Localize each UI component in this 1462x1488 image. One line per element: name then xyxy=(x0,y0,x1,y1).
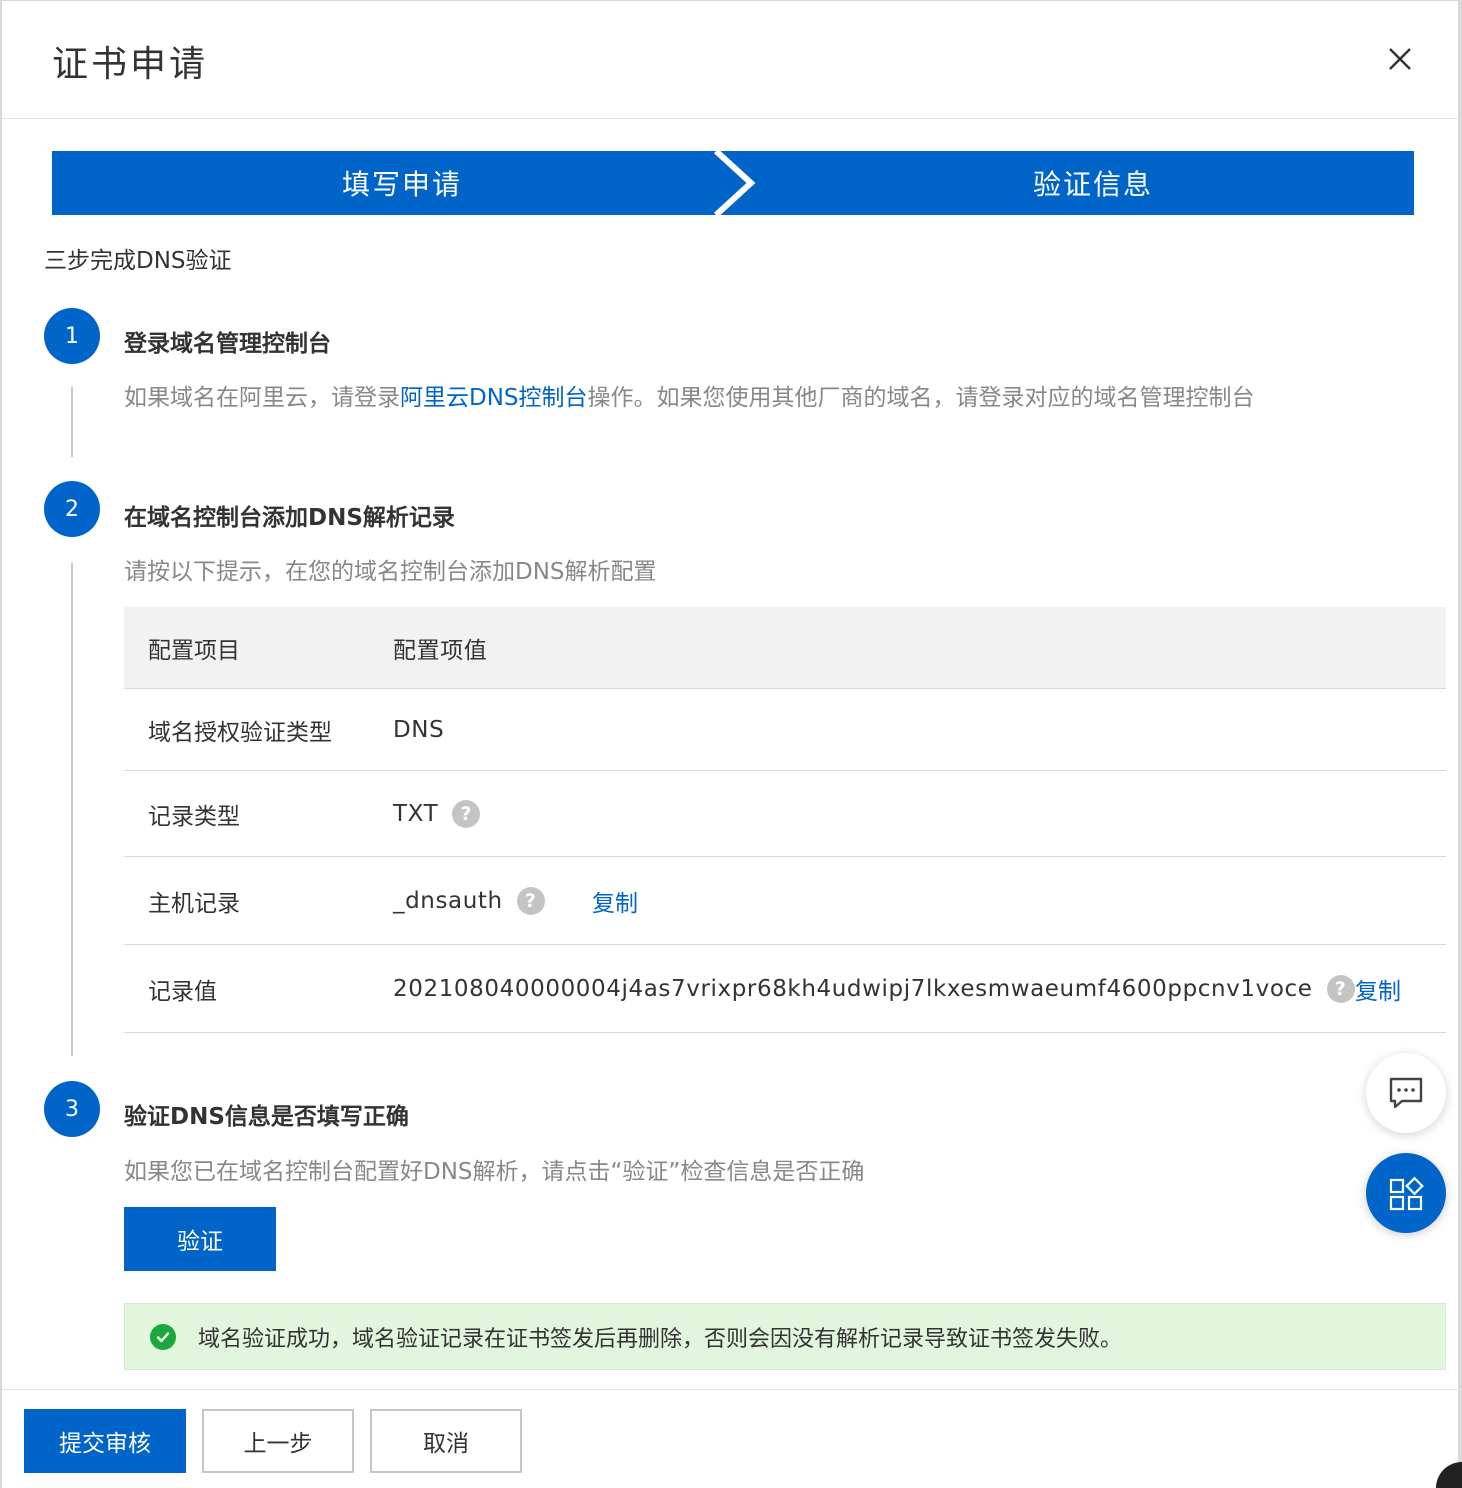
timeline-line-1 xyxy=(71,387,73,457)
step-number-1: 1 xyxy=(44,308,100,364)
header-config-value: 配置项值 xyxy=(393,637,488,664)
copy-record-value-link[interactable]: 复制 xyxy=(1355,972,1401,1006)
submit-review-button[interactable]: 提交审核 xyxy=(24,1409,186,1473)
table-header-row: 配置项目 配置项值 xyxy=(124,607,1446,689)
row-key: 主机记录 xyxy=(148,890,240,917)
dialog-edge xyxy=(1458,1,1462,1488)
header-config-item: 配置项目 xyxy=(148,637,240,664)
row-value: DNS xyxy=(393,717,444,743)
verify-button[interactable]: 验证 xyxy=(124,1207,276,1271)
row-value-text: _dnsauth xyxy=(393,887,503,914)
table-row: 主机记录 _dnsauth ? 复制 xyxy=(124,857,1446,945)
row-key: 记录值 xyxy=(148,978,217,1005)
row-value-text: TXT xyxy=(393,800,439,827)
section-3-title: 验证DNS信息是否填写正确 xyxy=(124,1104,409,1130)
certificate-dialog: 证书申请 填写申请 验证信息 三步完成DNS验证 1 登录域名管理控制台 如果域… xyxy=(0,0,1462,1488)
step-number-2: 2 xyxy=(44,481,100,537)
step-verify-info: 验证信息 xyxy=(742,151,1414,215)
apps-icon xyxy=(1389,1176,1424,1211)
section-2-desc: 请按以下提示，在您的域名控制台添加DNS解析配置 xyxy=(124,559,657,585)
dialog-header: 证书申请 xyxy=(2,1,1460,119)
dns-config-table: 配置项目 配置项值 域名授权验证类型 DNS 记录类型 TXT ? 主机记录 _… xyxy=(124,607,1446,1033)
table-row: 记录值 202108040000004j4as7vrixpr68kh4udwip… xyxy=(124,945,1446,1033)
chat-icon xyxy=(1389,1077,1423,1109)
table-row: 记录类型 TXT ? xyxy=(124,771,1446,857)
table-row: 域名授权验证类型 DNS xyxy=(124,689,1446,771)
success-alert: 域名验证成功，域名验证记录在证书签发后再删除，否则会因没有解析记录导致证书签发失… xyxy=(124,1303,1446,1370)
row-key: 域名授权验证类型 xyxy=(148,719,332,746)
dialog-footer: 提交审核 上一步 取消 xyxy=(2,1389,1460,1488)
step-bar: 填写申请 验证信息 xyxy=(52,151,1414,215)
question-icon[interactable]: ? xyxy=(1326,974,1355,1003)
cancel-button[interactable]: 取消 xyxy=(370,1409,522,1473)
question-icon[interactable]: ? xyxy=(516,886,545,915)
row-key: 记录类型 xyxy=(148,803,240,830)
section-2-title: 在域名控制台添加DNS解析记录 xyxy=(124,505,455,531)
timeline-line-2 xyxy=(71,563,73,1056)
copy-host-record-link[interactable]: 复制 xyxy=(592,884,638,918)
intro-text: 三步完成DNS验证 xyxy=(44,248,232,274)
close-icon xyxy=(1389,48,1411,70)
row-value-text: 202108040000004j4as7vrixpr68kh4udwipj7lk… xyxy=(393,975,1313,1002)
section-1-desc-before: 如果域名在阿里云，请登录 xyxy=(124,385,400,411)
apps-button[interactable] xyxy=(1366,1153,1446,1233)
step-fill-application: 填写申请 xyxy=(52,151,752,215)
row-value: 202108040000004j4as7vrixpr68kh4udwipj7lk… xyxy=(393,974,1355,1003)
success-message: 域名验证成功，域名验证记录在证书签发后再删除，否则会因没有解析记录导致证书签发失… xyxy=(198,1326,1123,1352)
row-value: TXT ? xyxy=(393,799,481,828)
previous-step-button[interactable]: 上一步 xyxy=(202,1409,354,1473)
close-button[interactable] xyxy=(1382,41,1418,77)
section-1-desc: 如果域名在阿里云，请登录阿里云DNS控制台操作。如果您使用其他厂商的域名，请登录… xyxy=(124,378,1255,412)
check-circle-icon xyxy=(150,1323,176,1350)
step-arrow-icon xyxy=(707,151,756,215)
aliyun-dns-console-link[interactable]: 阿里云DNS控制台 xyxy=(400,385,588,411)
chat-button[interactable] xyxy=(1366,1053,1446,1133)
section-3-desc: 如果您已在域名控制台配置好DNS解析，请点击“验证”检查信息是否正确 xyxy=(124,1159,865,1185)
step-number-3: 3 xyxy=(44,1081,100,1137)
section-1-desc-after: 操作。如果您使用其他厂商的域名，请登录对应的域名管理控制台 xyxy=(587,385,1255,411)
row-value: _dnsauth ? xyxy=(393,886,545,915)
row-value-text: DNS xyxy=(393,716,445,743)
dialog-title: 证书申请 xyxy=(52,44,209,85)
section-1-title: 登录域名管理控制台 xyxy=(124,331,331,357)
question-icon[interactable]: ? xyxy=(452,799,481,828)
